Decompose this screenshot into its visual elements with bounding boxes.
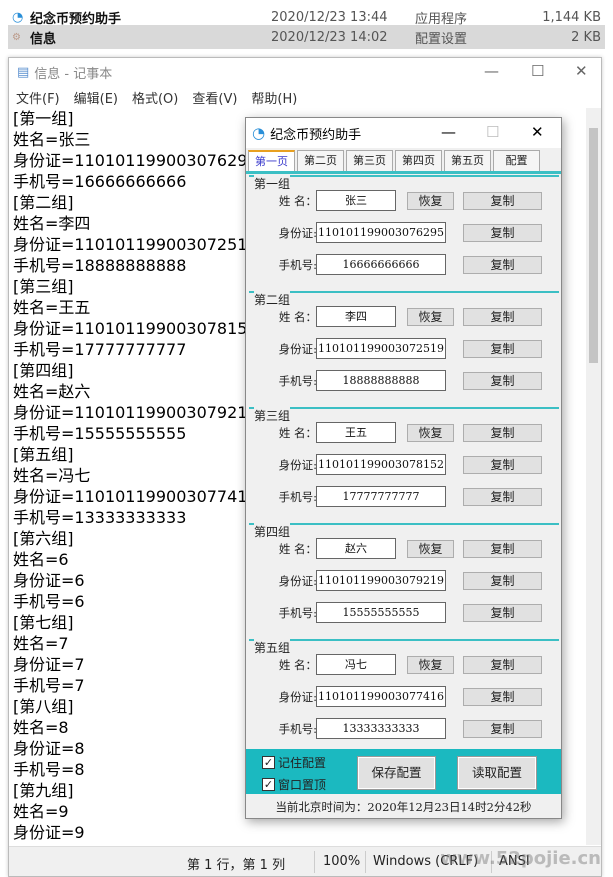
name-label: 姓 名： [278,310,317,324]
group-label: 第二组 [254,291,291,308]
maximize-button: ☐ [486,123,500,141]
name-input[interactable]: 冯七 [316,654,396,675]
tab-1[interactable]: 第一页 [248,150,295,171]
tab-5[interactable]: 第五页 [444,150,491,171]
id-label: 身份证: [278,458,317,472]
menu-bar: 文件(F) 编辑(E) 格式(O) 查看(V) 帮助(H) [9,86,601,108]
group-1: 第一组 姓 名： 张三 恢复 复制 身份证: 11010119900307629… [249,175,559,288]
restore-button[interactable]: 恢复 [407,308,454,326]
minimize-button[interactable]: — [484,62,499,80]
name-input[interactable]: 张三 [316,190,396,211]
copy-name-button[interactable]: 复制 [463,656,542,674]
id-input[interactable]: 110101199003072519 [316,338,446,359]
group-label: 第四组 [254,523,291,540]
name-label: 姓 名： [278,426,317,440]
name-input[interactable]: 赵六 [316,538,396,559]
group-4: 第四组 姓 名： 赵六 恢复 复制 身份证: 11010119900307921… [249,523,559,636]
tab-2[interactable]: 第二页 [297,150,344,171]
copy-id-button[interactable]: 复制 [463,456,542,474]
phone-label: 手机号: [278,374,317,388]
save-config-button[interactable]: 保存配置 [357,756,436,790]
group-label: 第五组 [254,639,291,656]
restore-button[interactable]: 恢复 [407,656,454,674]
copy-name-button[interactable]: 复制 [463,192,542,210]
menu-file[interactable]: 文件(F) [16,88,60,107]
phone-input[interactable]: 18888888888 [316,370,446,391]
tab-bar: 第一页 第二页 第三页 第四页 第五页 配置 [248,150,540,171]
phone-label: 手机号: [278,258,317,272]
maximize-button[interactable]: ☐ [531,62,544,80]
id-label: 身份证: [278,574,317,588]
copy-phone-button[interactable]: 复制 [463,604,542,622]
close-button[interactable]: ✕ [575,62,588,80]
watermark: www.52pojie.cn [440,848,601,869]
name-label: 姓 名： [278,194,317,208]
id-input[interactable]: 110101199003079219 [316,570,446,591]
name-label: 姓 名： [278,542,317,556]
phone-label: 手机号: [278,606,317,620]
copy-phone-button[interactable]: 复制 [463,256,542,274]
phone-input[interactable]: 17777777777 [316,486,446,507]
group-3: 第三组 姓 名： 王五 恢复 复制 身份证: 11010119900307815… [249,407,559,520]
minimize-button[interactable]: — [441,123,456,141]
tab-4[interactable]: 第四页 [395,150,442,171]
remember-config-checkbox[interactable]: ✓ 记住配置 [262,754,326,771]
app-titlebar: ◔ 纪念币预约助手 — ☐ ✕ [246,118,561,148]
id-input[interactable]: 110101199003077416 [316,686,446,707]
vertical-scrollbar[interactable] [586,108,601,845]
file-row[interactable]: ⚙ 信息 2020/12/23 14:02 配置设置 2 KB [8,25,605,49]
app-icon: ◔ [252,124,266,142]
app-icon: ◔ [12,9,24,25]
copy-id-button[interactable]: 复制 [463,340,542,358]
menu-edit[interactable]: 编辑(E) [74,88,118,107]
phone-label: 手机号: [278,722,317,736]
notepad-titlebar: ▤ 信息 - 记事本 — ☐ ✕ [17,62,588,82]
id-input[interactable]: 110101199003076295 [316,222,446,243]
id-label: 身份证: [278,226,317,240]
copy-name-button[interactable]: 复制 [463,424,542,442]
copy-phone-button[interactable]: 复制 [463,372,542,390]
notepad-icon: ▤ [17,64,30,80]
phone-input[interactable]: 16666666666 [316,254,446,275]
copy-id-button[interactable]: 复制 [463,688,542,706]
name-label: 姓 名： [278,658,317,672]
tab-6[interactable]: 配置 [493,150,540,171]
id-input[interactable]: 110101199003078152 [316,454,446,475]
name-input[interactable]: 王五 [316,422,396,443]
config-panel: ✓ 记住配置 ✓ 窗口置顶 保存配置 读取配置 [246,749,561,794]
coin-reservation-app-window: ◔ 纪念币预约助手 — ☐ ✕ 第一页 第二页 第三页 第四页 第五页 配置 第一组 姓 … [245,117,562,819]
copy-name-button[interactable]: 复制 [463,540,542,558]
restore-button[interactable]: 恢复 [407,424,454,442]
copy-phone-button[interactable]: 复制 [463,488,542,506]
group-5: 第五组 姓 名： 冯七 恢复 复制 身份证: 11010119900307741… [249,639,559,752]
restore-button[interactable]: 恢复 [407,192,454,210]
phone-label: 手机号: [278,490,317,504]
group-2: 第二组 姓 名： 李四 恢复 复制 身份证: 11010119900307251… [249,291,559,404]
tab-3[interactable]: 第三页 [346,150,393,171]
menu-help[interactable]: 帮助(H) [251,88,297,107]
group-label: 第一组 [254,175,291,192]
config-file-icon: ⚙ [12,31,21,43]
phone-input[interactable]: 15555555555 [316,602,446,623]
window-on-top-checkbox[interactable]: ✓ 窗口置顶 [262,776,326,793]
group-label: 第三组 [254,407,291,424]
copy-name-button[interactable]: 复制 [463,308,542,326]
phone-input[interactable]: 13333333333 [316,718,446,739]
text-line: 身份证=9 [13,823,85,842]
id-label: 身份证: [278,690,317,704]
copy-id-button[interactable]: 复制 [463,572,542,590]
scrollbar-thumb[interactable] [589,128,598,363]
copy-id-button[interactable]: 复制 [463,224,542,242]
copy-phone-button[interactable]: 复制 [463,720,542,738]
restore-button[interactable]: 恢复 [407,540,454,558]
load-config-button[interactable]: 读取配置 [457,756,537,790]
menu-view[interactable]: 查看(V) [192,88,237,107]
id-label: 身份证: [278,342,317,356]
beijing-time: 当前北京时间为：2020年12月23日14时2分42秒 [275,800,532,814]
name-input[interactable]: 李四 [316,306,396,327]
menu-format[interactable]: 格式(O) [132,88,178,107]
close-button[interactable]: ✕ [531,123,544,141]
